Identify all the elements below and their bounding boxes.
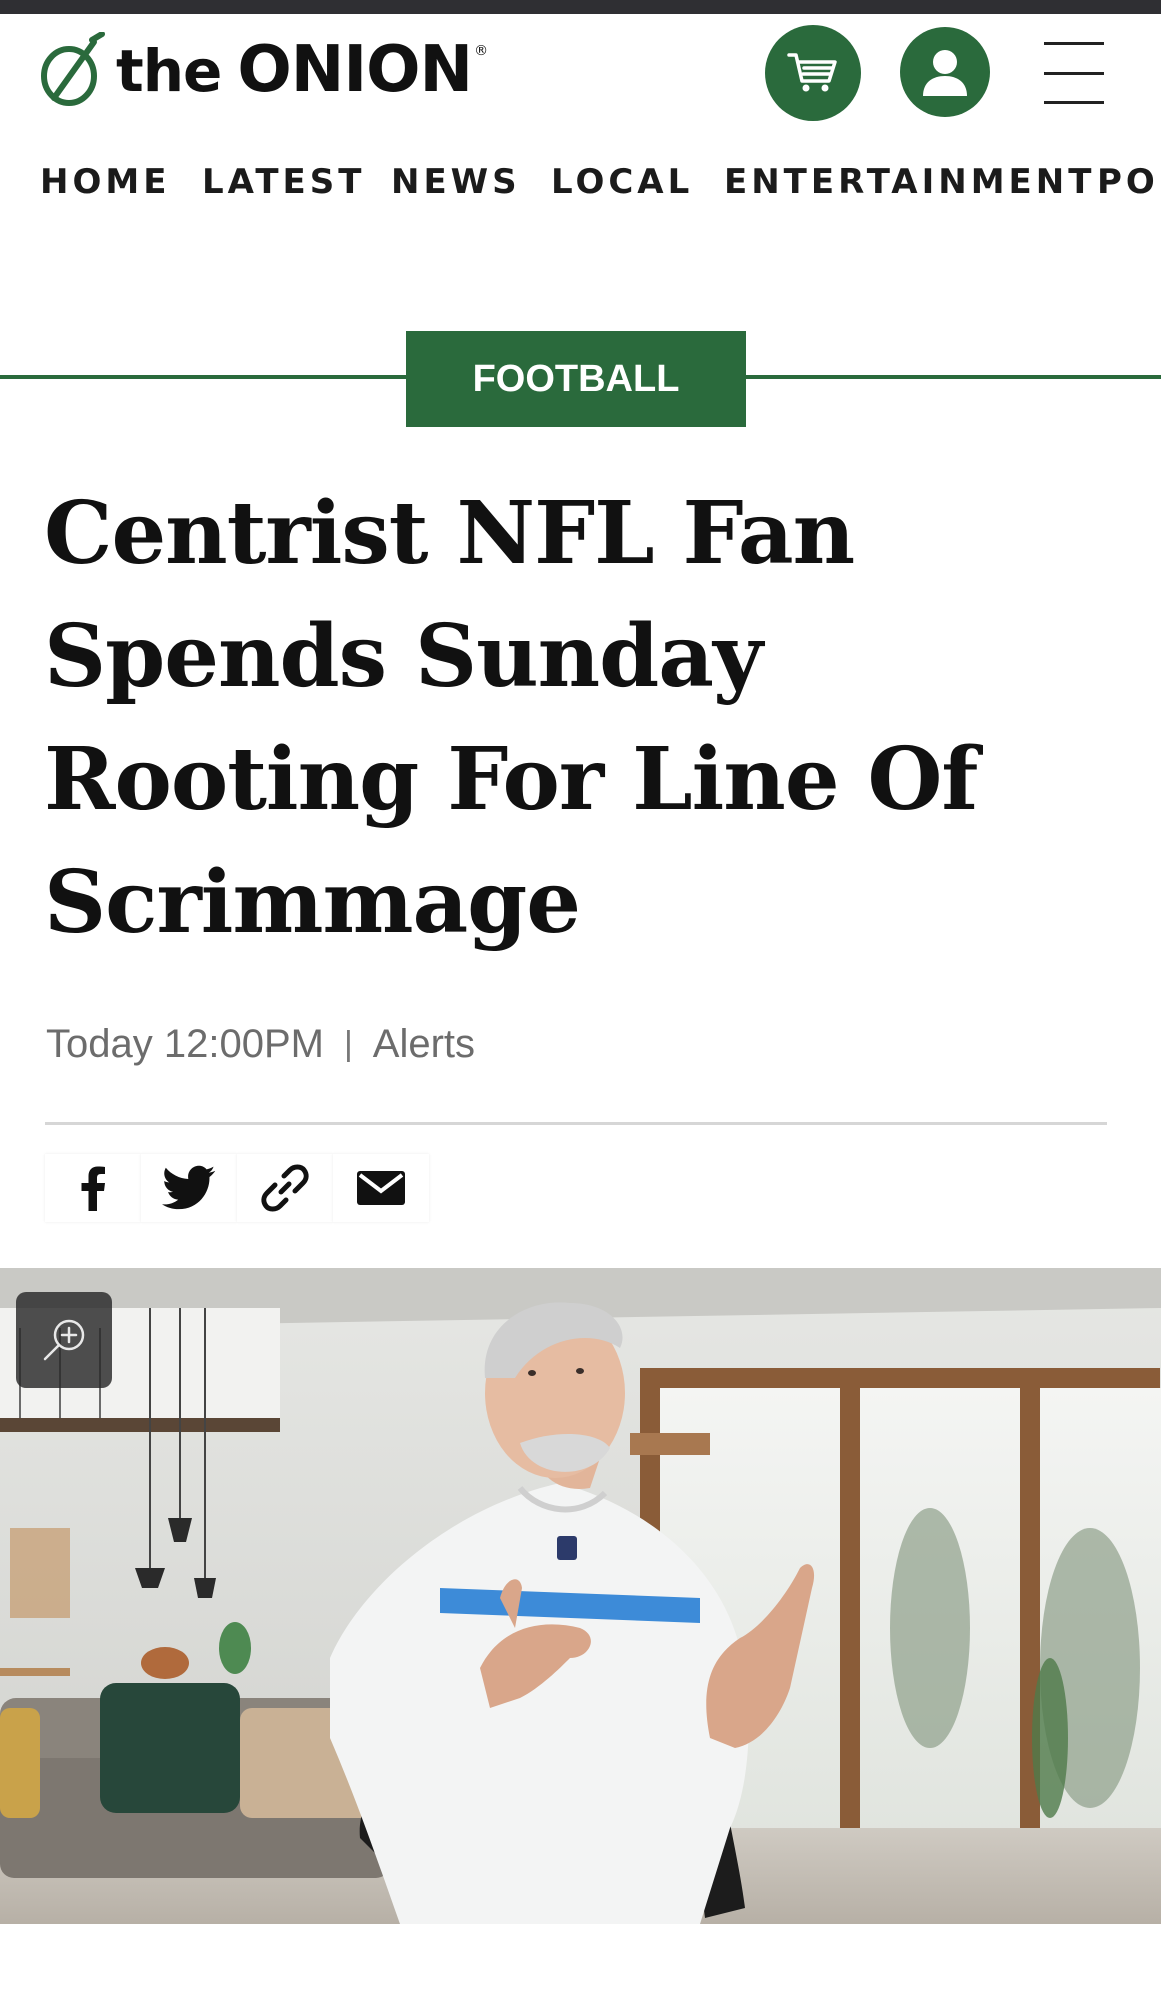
onion-logo-icon: [41, 32, 105, 106]
share-bar: [45, 1154, 429, 1222]
share-facebook-button[interactable]: [45, 1154, 141, 1222]
article-hero-image[interactable]: [0, 1268, 1161, 1924]
alerts-link[interactable]: Alerts: [373, 1022, 475, 1067]
logo-onion: ONION: [237, 33, 473, 107]
link-icon: [261, 1164, 309, 1212]
share-link-button[interactable]: [237, 1154, 333, 1222]
status-bar: [0, 0, 1161, 14]
menu-button[interactable]: [1044, 42, 1106, 104]
nav-news[interactable]: NEWS: [391, 162, 521, 202]
hamburger-menu-icon: [1044, 42, 1104, 45]
logo-registered: ®: [474, 43, 488, 59]
main-nav: HOME LATEST NEWS LOCAL ENTERTAINMENT POL: [0, 152, 1161, 216]
account-button[interactable]: [900, 27, 990, 117]
hero-illustration: [0, 1268, 1161, 1924]
nav-home[interactable]: HOME: [40, 162, 170, 202]
nav-entertainment[interactable]: ENTERTAINMENT: [724, 162, 1095, 202]
nav-local[interactable]: LOCAL: [551, 162, 693, 202]
article-headline: Centrist NFL Fan Spends Sunday Rooting F…: [44, 483, 978, 953]
email-icon: [357, 1171, 405, 1205]
nav-politics[interactable]: POL: [1097, 162, 1161, 202]
twitter-icon: [162, 1165, 216, 1210]
article-meta: Today 12:00PM | Alerts: [46, 1016, 475, 1072]
logo-the: the: [116, 37, 222, 105]
zoom-in-icon: [43, 1319, 85, 1361]
category-tag[interactable]: FOOTBALL: [406, 331, 746, 427]
meta-separator: |: [343, 1024, 353, 1063]
divider: [45, 1122, 1107, 1125]
site-logo[interactable]: the ONION ®: [36, 30, 488, 110]
share-email-button[interactable]: [333, 1154, 429, 1222]
nav-latest[interactable]: LATEST: [202, 162, 365, 202]
cart-button[interactable]: [765, 25, 861, 121]
user-icon: [923, 50, 967, 96]
share-twitter-button[interactable]: [141, 1154, 237, 1222]
zoom-image-button[interactable]: [16, 1292, 112, 1388]
cart-icon: [787, 53, 837, 92]
article-date: Today 12:00PM: [46, 1021, 324, 1066]
facebook-icon: [81, 1166, 105, 1211]
